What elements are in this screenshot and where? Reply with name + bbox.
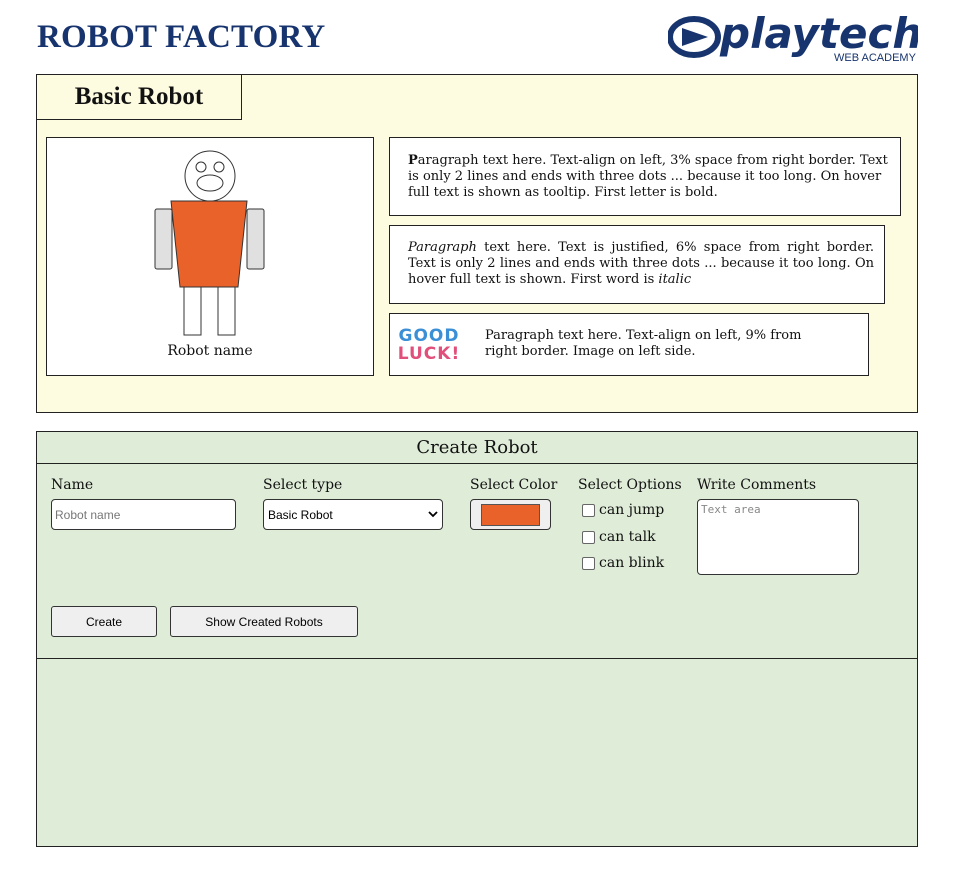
playtech-logo: playtech WEB ACADEMY	[667, 6, 922, 66]
selected-type: Basic Robot	[268, 507, 333, 522]
good-luck-image: GOOD LUCK!	[397, 326, 461, 364]
robot-type-tab: Basic Robot	[36, 74, 242, 120]
option-can-blink[interactable]: can blink	[582, 555, 664, 571]
robot-panel: Basic Robot Robot name Paragraph text he…	[36, 74, 918, 413]
checkbox[interactable]	[582, 530, 595, 544]
first-word: Paragraph	[408, 240, 477, 255]
paragraph-text: text here. Text is justified, 6% space f…	[408, 240, 874, 287]
created-robots-area	[37, 659, 917, 845]
comments-label: Write Comments	[697, 477, 817, 493]
paragraph-text: aragraph text here. Text-align on left, …	[408, 153, 888, 200]
create-robot-title: Create Robot	[37, 432, 917, 464]
option-can-jump[interactable]: can jump	[582, 502, 664, 518]
paragraph-italic-first-word: Paragraph text here. Text is justified, …	[389, 225, 885, 304]
type-label: Select type	[263, 477, 343, 493]
page-title: ROBOT FACTORY	[37, 19, 326, 55]
chevron-down-icon	[428, 511, 438, 518]
checkbox[interactable]	[582, 556, 595, 570]
robot-type-select[interactable]: Basic Robot	[263, 499, 443, 530]
first-letter: P	[408, 153, 418, 168]
robot-card: Robot name	[46, 137, 374, 376]
name-label: Name	[51, 477, 94, 493]
paragraph-text: Paragraph text here. Text-align on left,…	[485, 328, 802, 359]
create-robot-form: Name Select type Basic Robot Select Colo…	[37, 464, 917, 659]
comments-textarea[interactable]: Text area	[697, 499, 859, 575]
color-swatch	[481, 503, 540, 526]
create-robot-panel: Create Robot Name Select type Basic Robo…	[36, 431, 918, 847]
svg-text:WEB ACADEMY: WEB ACADEMY	[834, 52, 917, 64]
svg-text:playtech: playtech	[719, 9, 918, 58]
options-label: Select Options	[578, 477, 682, 493]
checkbox[interactable]	[582, 503, 595, 517]
robot-name: Robot name	[167, 343, 253, 359]
italic-word: italic	[658, 272, 692, 287]
paragraph-bold-first-letter: Paragraph text here. Text-align on left,…	[389, 137, 901, 216]
create-button[interactable]: Create	[51, 606, 157, 637]
robot-figure	[154, 150, 265, 336]
paragraph-with-image: GOOD LUCK! Paragraph text here. Text-ali…	[389, 313, 869, 376]
robot-name-input[interactable]	[51, 499, 236, 530]
color-picker[interactable]	[470, 499, 551, 530]
color-label: Select Color	[470, 477, 558, 493]
option-can-talk[interactable]: can talk	[582, 529, 656, 545]
show-created-robots-button[interactable]: Show Created Robots	[170, 606, 358, 637]
